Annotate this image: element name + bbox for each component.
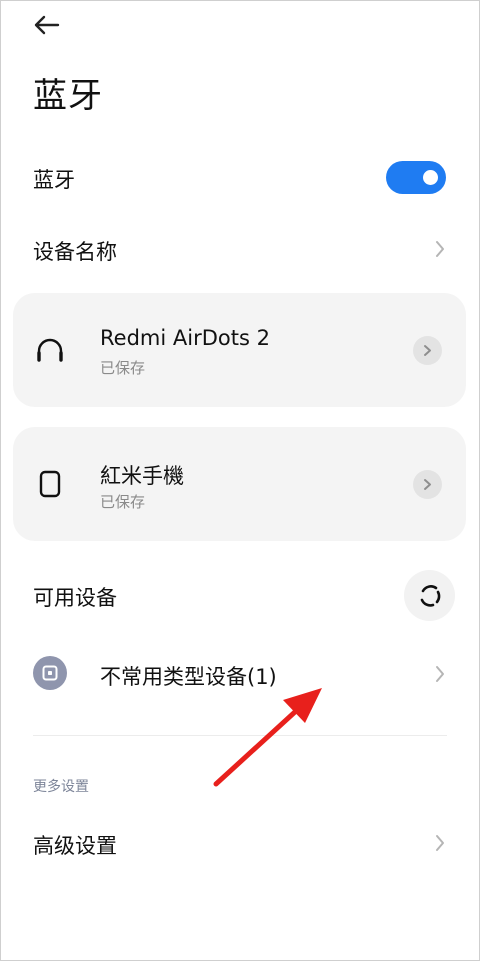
advanced-settings-label: 高级设置: [33, 834, 117, 858]
bluetooth-toggle[interactable]: [386, 161, 446, 194]
device-details-button[interactable]: [413, 336, 442, 365]
available-device-label: 不常用类型设备(1): [100, 665, 277, 689]
device-name: 紅米手機: [100, 464, 184, 488]
chevron-right-icon: [433, 664, 447, 684]
available-devices-heading: 可用设备: [33, 586, 117, 610]
refresh-icon: [420, 584, 440, 607]
arrow-left-icon: [34, 15, 60, 35]
more-settings-heading: 更多设置: [33, 779, 89, 795]
chevron-right-icon: [433, 239, 447, 259]
device-name-label: 设备名称: [33, 240, 117, 264]
device-name: Redmi AirDots 2: [100, 326, 270, 350]
device-status: 已保存: [100, 359, 146, 377]
toggle-knob: [423, 170, 438, 185]
back-button[interactable]: [28, 10, 64, 40]
chevron-right-icon: [433, 833, 447, 853]
headphones-icon: [35, 335, 65, 365]
saved-device-card-redmi-airdots[interactable]: Redmi AirDots 2 已保存: [13, 293, 466, 407]
device-status: 已保存: [100, 493, 146, 511]
page-title: 蓝牙: [33, 76, 103, 116]
device-details-button[interactable]: [413, 470, 442, 499]
divider: [33, 735, 447, 736]
saved-device-card-redmi-phone[interactable]: 紅米手機 已保存: [13, 427, 466, 541]
refresh-button[interactable]: [404, 570, 455, 621]
bluetooth-label: 蓝牙: [33, 168, 75, 192]
phone-icon: [35, 469, 65, 499]
unknown-device-icon: [33, 656, 67, 690]
chevron-right-icon: [424, 479, 431, 490]
chevron-right-icon: [424, 345, 431, 356]
